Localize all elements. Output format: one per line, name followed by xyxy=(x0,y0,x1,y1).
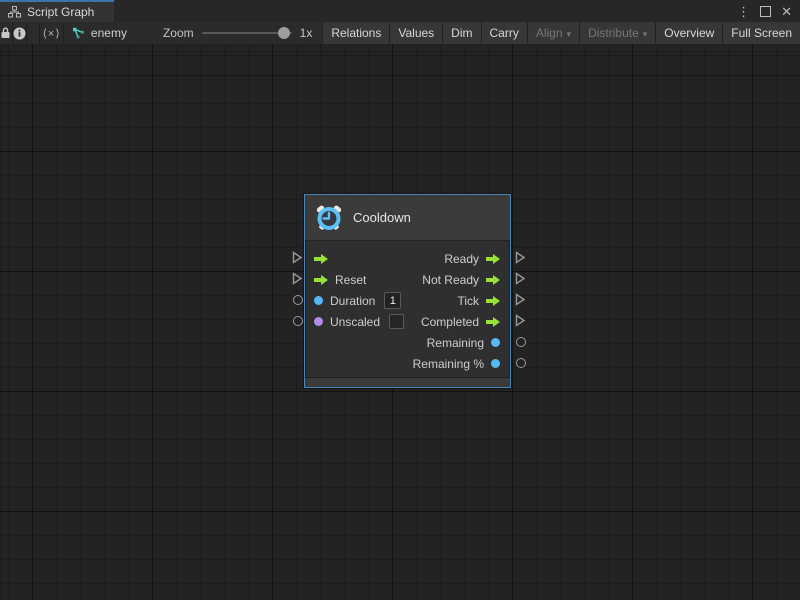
duration-port-icon[interactable] xyxy=(314,296,323,305)
cooldown-node-group: Cooldown Ready xyxy=(288,194,530,388)
distribute-button[interactable]: Distribute ▾ xyxy=(579,22,655,44)
zoom-slider-handle[interactable] xyxy=(278,27,290,39)
overview-button[interactable]: Overview xyxy=(655,22,722,44)
port-row: Reset Not Ready xyxy=(305,269,510,290)
tab-script-graph[interactable]: Script Graph xyxy=(0,0,114,22)
tab-label: Script Graph xyxy=(27,5,94,19)
port-row: Ready xyxy=(305,248,510,269)
port-row: Duration 1 Tick xyxy=(305,290,510,311)
zoom-value: 1x xyxy=(300,26,313,40)
node-body: Ready Reset Not Ready xyxy=(305,241,510,377)
toolbar-buttons: Relations Values Dim Carry Align ▾ Distr… xyxy=(322,22,800,44)
info-button[interactable] xyxy=(13,22,27,44)
port-row: Remaining % xyxy=(305,353,510,374)
code-button[interactable]: ⟨×⟩ xyxy=(40,22,64,44)
reset-port-outer[interactable] xyxy=(291,272,304,285)
reset-label: Reset xyxy=(335,273,366,287)
carry-button[interactable]: Carry xyxy=(481,22,527,44)
cooldown-node[interactable]: Cooldown Ready xyxy=(304,194,511,388)
lock-button[interactable] xyxy=(0,22,13,44)
remaining-label: Remaining xyxy=(427,336,484,350)
remaining-pct-port-outer[interactable] xyxy=(514,356,527,369)
toolbar: ⟨×⟩ enemy Zoom 1x Relations Values Dim C… xyxy=(0,22,800,45)
remaining-pct-port-icon[interactable] xyxy=(491,359,500,368)
not-ready-arrow-icon[interactable] xyxy=(486,275,500,285)
node-header[interactable]: Cooldown xyxy=(305,195,510,241)
info-icon xyxy=(13,27,26,40)
tick-label: Tick xyxy=(457,294,479,308)
remaining-pct-label: Remaining % xyxy=(413,357,484,371)
tick-port-outer[interactable] xyxy=(514,293,527,306)
zoom-control: Zoom 1x xyxy=(141,22,322,44)
node-title: Cooldown xyxy=(353,210,411,225)
zoom-slider[interactable] xyxy=(202,22,292,44)
reset-arrow-icon[interactable] xyxy=(314,275,328,285)
toolbar-spacer xyxy=(27,22,41,44)
lock-icon xyxy=(0,27,11,39)
values-button[interactable]: Values xyxy=(389,22,442,44)
not-ready-port-outer[interactable] xyxy=(514,272,527,285)
remaining-port-icon[interactable] xyxy=(491,338,500,347)
flow-input-port-outer[interactable] xyxy=(291,251,304,264)
fullscreen-button[interactable]: Full Screen xyxy=(722,22,800,44)
tick-arrow-icon[interactable] xyxy=(486,296,500,306)
port-row: Remaining xyxy=(305,332,510,353)
breadcrumb-label: enemy xyxy=(91,26,127,40)
duration-input[interactable]: 1 xyxy=(384,292,401,309)
duration-port-outer[interactable] xyxy=(291,293,304,306)
relations-button[interactable]: Relations xyxy=(322,22,389,44)
zoom-label: Zoom xyxy=(163,26,194,40)
unscaled-label: Unscaled xyxy=(330,315,380,329)
dim-button[interactable]: Dim xyxy=(442,22,480,44)
ready-label: Ready xyxy=(444,252,479,266)
menu-icon[interactable]: ⋮ xyxy=(737,5,750,18)
remaining-port-outer[interactable] xyxy=(514,335,527,348)
maximize-icon[interactable] xyxy=(760,6,771,17)
close-icon[interactable]: ✕ xyxy=(781,5,792,18)
alarm-clock-icon xyxy=(315,204,343,232)
unscaled-checkbox[interactable] xyxy=(389,314,404,329)
unscaled-port-outer[interactable] xyxy=(291,314,304,327)
window-controls: ⋮ ✕ xyxy=(737,0,800,22)
completed-label: Completed xyxy=(421,315,479,329)
completed-arrow-icon[interactable] xyxy=(486,317,500,327)
tab-bar: Script Graph ⋮ ✕ xyxy=(0,0,800,22)
graph-reference-icon xyxy=(72,27,86,40)
completed-port-outer[interactable] xyxy=(514,314,527,327)
not-ready-label: Not Ready xyxy=(422,273,479,287)
graph-hierarchy-icon xyxy=(8,6,21,18)
ready-arrow-icon[interactable] xyxy=(486,254,500,264)
graph-canvas[interactable]: Cooldown Ready xyxy=(0,44,800,600)
unscaled-port-icon[interactable] xyxy=(314,317,323,326)
ready-port-outer[interactable] xyxy=(514,251,527,264)
flow-input-arrow-icon[interactable] xyxy=(314,254,328,264)
breadcrumb[interactable]: enemy xyxy=(64,22,141,44)
align-button[interactable]: Align ▾ xyxy=(527,22,579,44)
dropdown-arrow-icon: ▾ xyxy=(643,30,648,39)
node-footer xyxy=(305,377,510,387)
duration-label: Duration xyxy=(330,294,375,308)
port-row: Unscaled Completed xyxy=(305,311,510,332)
dropdown-arrow-icon: ▾ xyxy=(567,30,572,39)
code-icon: ⟨×⟩ xyxy=(43,27,61,40)
